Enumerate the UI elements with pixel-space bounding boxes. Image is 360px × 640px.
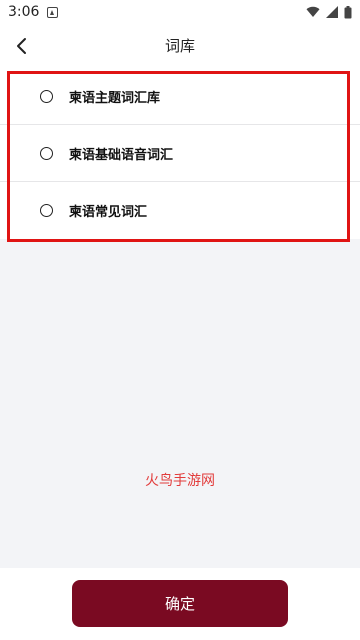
status-bar: 3:06 (0, 0, 360, 24)
option-item-topic-vocab[interactable]: 柬语主题词汇库 (0, 68, 360, 125)
option-list: 柬语主题词汇库 柬语基础语音词汇 柬语常见词汇 (0, 68, 360, 239)
option-label: 柬语常见词汇 (69, 205, 148, 220)
app-notification-icon (47, 6, 59, 18)
page-title: 词库 (164, 37, 195, 55)
status-left: 3:06 (8, 4, 59, 20)
confirm-button[interactable]: 确定 (72, 580, 288, 627)
status-time: 3:06 (8, 4, 40, 20)
signal-icon (326, 6, 338, 18)
bottom-bar: 确定 (0, 568, 360, 640)
option-label: 柬语主题词汇库 (69, 90, 161, 106)
app-header: 词库 (0, 24, 360, 68)
screen: 3:06 词库 柬语主题词汇库 柬语基础语音词汇 柬语常见词汇 火鸟手游网 确定 (0, 0, 360, 640)
battery-icon (344, 5, 352, 19)
wifi-icon (306, 6, 320, 18)
radio-button[interactable] (40, 89, 53, 103)
option-label: 柬语基础语音词汇 (69, 147, 174, 163)
radio-button[interactable] (40, 204, 53, 217)
option-item-common-vocab[interactable]: 柬语常见词汇 (0, 182, 360, 239)
watermark: 火鸟手游网 (145, 473, 215, 489)
option-item-basic-phonetic-vocab[interactable]: 柬语基础语音词汇 (0, 125, 360, 182)
radio-button[interactable] (40, 146, 53, 160)
status-right (306, 5, 352, 19)
